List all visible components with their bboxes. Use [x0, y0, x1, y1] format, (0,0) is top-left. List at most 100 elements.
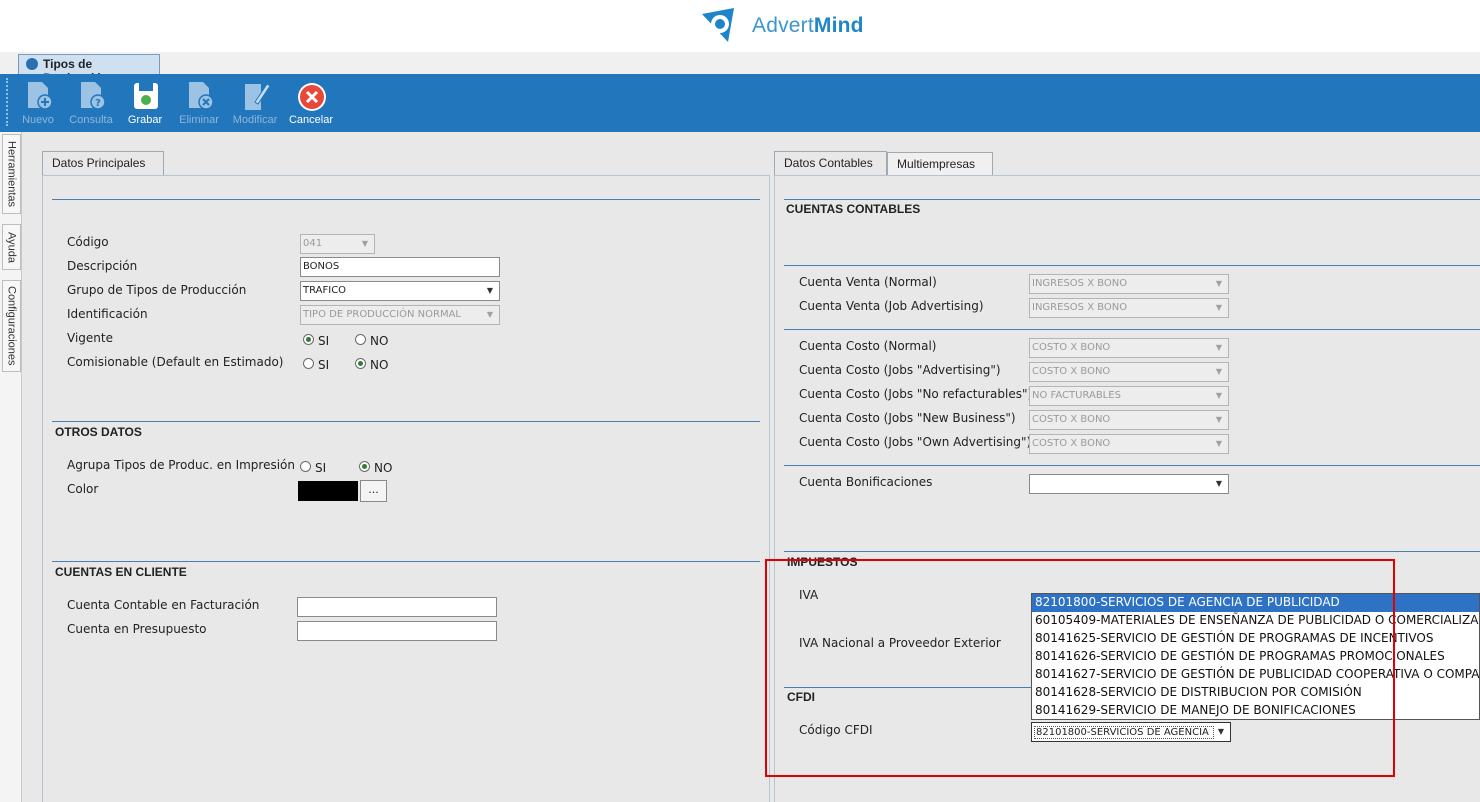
costo-no-refacturables-value: NO FACTURABLES [1032, 390, 1121, 401]
delete-button-label: Eliminar [179, 114, 219, 126]
costo-no-refacturables-select: NO FACTURABLES ▼ [1029, 386, 1229, 406]
comisionable-si-radio[interactable] [303, 358, 314, 369]
app-window: AdvertMind Tipos de Producción Nuevo ? C… [0, 0, 1480, 802]
advertmind-logo-icon [702, 8, 734, 42]
grupo-select[interactable]: TRAFICO ▼ [300, 281, 500, 301]
bonificaciones-select[interactable]: ▼ [1029, 474, 1229, 494]
grupo-label: Grupo de Tipos de Producción [67, 283, 247, 297]
presupuesto-label: Cuenta en Presupuesto [67, 622, 207, 636]
chevron-down-icon: ▼ [1215, 391, 1223, 400]
divider [784, 265, 1480, 266]
vigente-no-label: NO [370, 334, 389, 348]
svg-text:?: ? [95, 98, 101, 109]
vigente-label: Vigente [67, 331, 113, 345]
delete-document-icon [189, 82, 214, 110]
chevron-down-icon: ▼ [1215, 479, 1223, 488]
costo-new-business-label: Cuenta Costo (Jobs "New Business") [799, 411, 1016, 425]
query-button[interactable]: ? Consulta [66, 78, 116, 130]
agrupa-si-radio[interactable] [300, 461, 311, 472]
identificacion-select: TIPO DE PRODUCCIÓN NORMAL ▼ [300, 305, 500, 325]
tab-multiempresas[interactable]: Multiempresas [887, 152, 993, 176]
agrupa-no-radio[interactable] [359, 461, 370, 472]
edit-document-icon [245, 83, 271, 110]
chevron-down-icon: ▼ [1215, 343, 1223, 352]
divider [784, 465, 1480, 466]
venta-job-label: Cuenta Venta (Job Advertising) [799, 299, 984, 313]
divider [784, 551, 1480, 552]
grupo-value: TRAFICO [303, 285, 347, 296]
tab-datos-principales[interactable]: Datos Principales [42, 151, 164, 176]
tab-icon [26, 58, 38, 70]
costo-normal-value: COSTO X BONO [1032, 342, 1111, 353]
divider [52, 421, 760, 422]
side-tab-ayuda[interactable]: Ayuda [2, 224, 21, 270]
costo-advertising-label: Cuenta Costo (Jobs "Advertising") [799, 363, 1001, 377]
edit-button[interactable]: Modificar [230, 78, 280, 130]
agrupa-si-label: SI [315, 461, 327, 475]
tab-tipos-de-produccion[interactable]: Tipos de Producción [18, 54, 160, 85]
agrupa-label: Agrupa Tipos de Produc. en Impresión [67, 458, 296, 472]
identificacion-value: TIPO DE PRODUCCIÓN NORMAL [303, 309, 461, 320]
cancel-button[interactable]: Cancelar [286, 78, 336, 130]
chevron-down-icon: ▼ [486, 286, 494, 295]
brand-bar: AdvertMind [0, 0, 1480, 52]
color-label: Color [67, 482, 99, 496]
side-tab-bar: Herramientas Ayuda Configuraciones [0, 132, 22, 802]
tab-datos-contables[interactable]: Datos Contables [774, 151, 887, 176]
costo-own-advertising-label: Cuenta Costo (Jobs "Own Advertising") [799, 435, 1032, 449]
comisionable-no-radio[interactable] [355, 358, 366, 369]
query-button-label: Consulta [69, 114, 113, 126]
cancel-icon [298, 83, 326, 111]
bonificaciones-label: Cuenta Bonificaciones [799, 475, 933, 489]
cuentas-contables-title: CUENTAS CONTABLES [786, 202, 921, 216]
descripcion-input[interactable]: BONOS [300, 257, 500, 277]
highlight-annotation-box [765, 559, 1395, 777]
chevron-down-icon: ▼ [1215, 279, 1223, 288]
divider [52, 561, 760, 562]
descripcion-label: Descripción [67, 259, 138, 273]
comisionable-si-label: SI [318, 358, 330, 372]
delete-button[interactable]: Eliminar [174, 78, 224, 130]
presupuesto-input[interactable] [297, 621, 497, 641]
save-icon [134, 83, 158, 109]
chevron-down-icon: ▼ [1215, 415, 1223, 424]
query-document-icon: ? [81, 82, 106, 110]
agrupa-no-label: NO [374, 461, 393, 475]
chevron-down-icon: ▼ [361, 239, 369, 248]
vigente-si-label: SI [318, 334, 330, 348]
brand-name-part2: Mind [813, 14, 864, 37]
chevron-down-icon: ▼ [486, 310, 494, 319]
comisionable-no-label: NO [370, 358, 389, 372]
chevron-down-icon: ▼ [1215, 303, 1223, 312]
save-button-label: Grabar [127, 114, 163, 126]
costo-normal-label: Cuenta Costo (Normal) [799, 339, 937, 353]
document-tab-strip [0, 52, 1480, 74]
vigente-no-radio[interactable] [355, 334, 366, 345]
facturacion-input[interactable] [297, 597, 497, 617]
new-button[interactable]: Nuevo [13, 78, 63, 130]
codigo-label: Código [67, 235, 109, 249]
side-tab-herramientas[interactable]: Herramientas [2, 134, 21, 214]
chevron-down-icon: ▼ [1215, 439, 1223, 448]
new-button-label: Nuevo [22, 114, 54, 126]
costo-normal-select: COSTO X BONO ▼ [1029, 338, 1229, 358]
side-tab-configuraciones[interactable]: Configuraciones [2, 280, 21, 372]
codigo-select: 041 ▼ [300, 234, 375, 254]
cancel-button-label: Cancelar [288, 114, 334, 126]
new-document-icon [28, 82, 53, 110]
costo-own-advertising-select: COSTO X BONO ▼ [1029, 434, 1229, 454]
costo-advertising-select: COSTO X BONO ▼ [1029, 362, 1229, 382]
otros-datos-title: OTROS DATOS [55, 425, 142, 439]
costo-new-business-select: COSTO X BONO ▼ [1029, 410, 1229, 430]
facturacion-label: Cuenta Contable en Facturación [67, 598, 260, 612]
divider [784, 329, 1480, 330]
comisionable-label: Comisionable (Default en Estimado) [67, 355, 284, 369]
costo-advertising-value: COSTO X BONO [1032, 366, 1111, 377]
venta-job-value: INGRESOS X BONO [1032, 302, 1128, 313]
color-picker-button[interactable]: ... [360, 480, 387, 502]
venta-normal-label: Cuenta Venta (Normal) [799, 275, 937, 289]
vigente-si-radio[interactable] [303, 334, 314, 345]
save-button[interactable]: Grabar [120, 78, 170, 130]
cuentas-cliente-title: CUENTAS EN CLIENTE [55, 565, 187, 579]
costo-own-advertising-value: COSTO X BONO [1032, 438, 1111, 449]
